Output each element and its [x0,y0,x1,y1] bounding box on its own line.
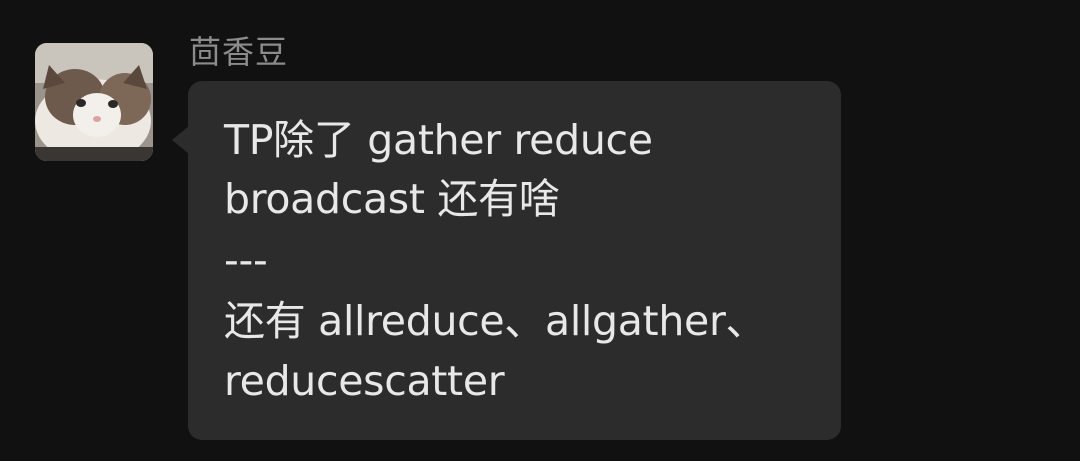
message-text-line: broadcast 还有啥 [224,175,560,223]
cat-avatar-icon [35,43,153,161]
message-text-line: reducescatter [224,357,505,405]
bubble-tail [172,126,189,154]
sender-name: 茴香豆 [189,33,289,71]
avatar[interactable] [35,43,153,161]
message-text-line: --- [224,236,268,284]
message-text-line: TP除了 gather reduce [224,116,653,164]
message-text-line: 还有 allreduce、allgather、 [224,297,767,345]
